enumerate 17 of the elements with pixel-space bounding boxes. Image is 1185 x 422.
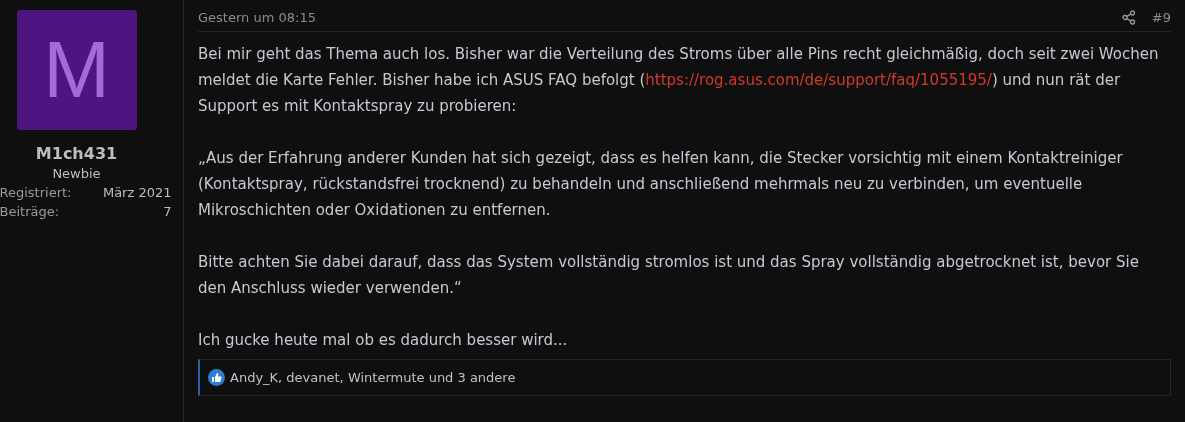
stat-value: März 2021 <box>102 185 172 200</box>
stat-label: Registriert: <box>0 185 72 200</box>
post-number[interactable]: #9 <box>1151 10 1171 25</box>
post-paragraph: Bei mir geht das Thema auch los. Bisher war die Verteilung des Stroms über alle Pins recht gleichmäßig, doch seit zwei Wochen meldet die Karte Fehler. Bisher habe ich ASUS FAQ befolgt (https://rog.asus.com/de/support/faq/1055195/) und nun rät der Support es mit Kontaktspray zu probieren: <box>198 44 1160 117</box>
post-paragraph: Bitte achten Sie dabei darauf, dass das System vollständig stromlos ist und das Spray vollständig abgetrocknet ist, bevor Sie den Anschluss wieder verwenden.“ <box>198 252 1140 299</box>
reaction-users[interactable]: Andy_K, devanet, Wintermute und 3 andere <box>230 370 516 385</box>
avatar[interactable]: M <box>16 10 137 130</box>
like-icon <box>208 369 225 386</box>
stat-value: 7 <box>163 204 172 219</box>
share-icon[interactable] <box>1121 10 1136 25</box>
post-date[interactable]: Gestern um 08:15 <box>198 10 316 25</box>
user-rank: Newbie <box>52 166 101 181</box>
post-paragraph: Ich gucke heute mal ob es dadurch besser wird... <box>198 330 569 351</box>
stat-label: Beiträge: <box>0 204 60 219</box>
faq-link[interactable]: https://rog.asus.com/de/support/faq/1055195/ <box>645 71 992 89</box>
post-paragraph: „Aus der Erfahrung anderer Kunden hat sich gezeigt, dass es helfen kann, die Stecker vorsichtig mit einem Kontaktreiniger (Kontaktspray, rückstandsfrei trocknend) zu behandeln und anschließend mehrmals neu zu verbinden, um eventuelle Mikroschichten oder Oxidationen zu entfernen. <box>198 148 1124 221</box>
username[interactable]: M1ch431 <box>35 144 118 163</box>
